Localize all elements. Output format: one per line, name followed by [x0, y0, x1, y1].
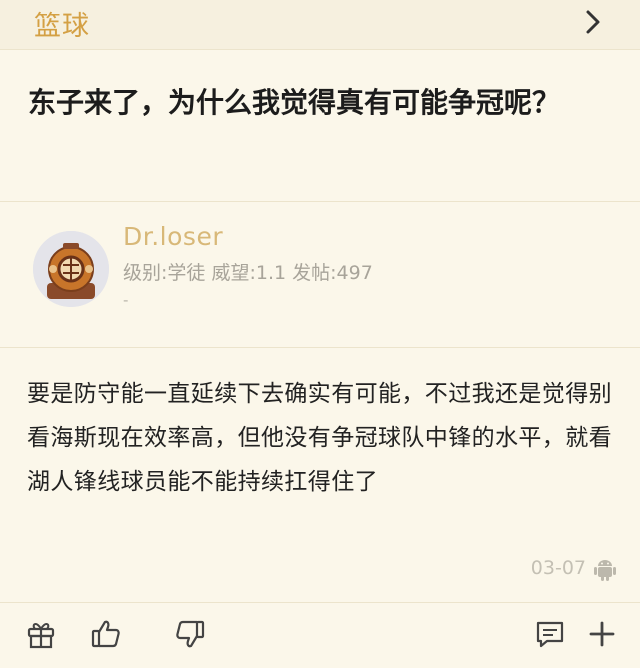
action-bar — [0, 602, 640, 668]
comment-icon[interactable] — [533, 617, 567, 651]
post-title: 东子来了，为什么我觉得真有可能争冠呢？ — [28, 86, 561, 119]
post-date: 03-07 — [530, 557, 586, 579]
author-name[interactable]: Dr.loser — [123, 222, 223, 251]
post-title-area: 东子来了，为什么我觉得真有可能争冠呢？ — [0, 50, 640, 202]
gift-icon[interactable] — [24, 617, 58, 651]
top-bar: 篮球 — [0, 0, 640, 50]
thumbs-up-icon[interactable] — [89, 617, 123, 651]
avatar[interactable] — [33, 231, 109, 307]
section-title[interactable]: 篮球 — [34, 4, 90, 43]
chevron-right-icon[interactable] — [582, 9, 604, 35]
plus-icon[interactable] — [585, 617, 619, 651]
author-card: Dr.loser 级别:学徒 威望:1.1 发帖:497 - — [0, 202, 640, 348]
author-level: 级别:学徒 — [123, 262, 206, 284]
author-reputation: 威望:1.1 — [211, 262, 287, 284]
diving-helmet-avatar — [33, 231, 109, 307]
author-post-count: 发帖:497 — [292, 262, 373, 284]
author-stats: 级别:学徒 威望:1.1 发帖:497 — [123, 258, 373, 285]
thumbs-down-icon[interactable] — [173, 617, 207, 651]
android-icon — [594, 557, 616, 581]
author-signature: - — [123, 291, 129, 309]
post-content: 要是防守能一直延续下去确实有可能，不过我还是觉得别看海斯现在效率高，但他没有争冠… — [27, 381, 612, 495]
